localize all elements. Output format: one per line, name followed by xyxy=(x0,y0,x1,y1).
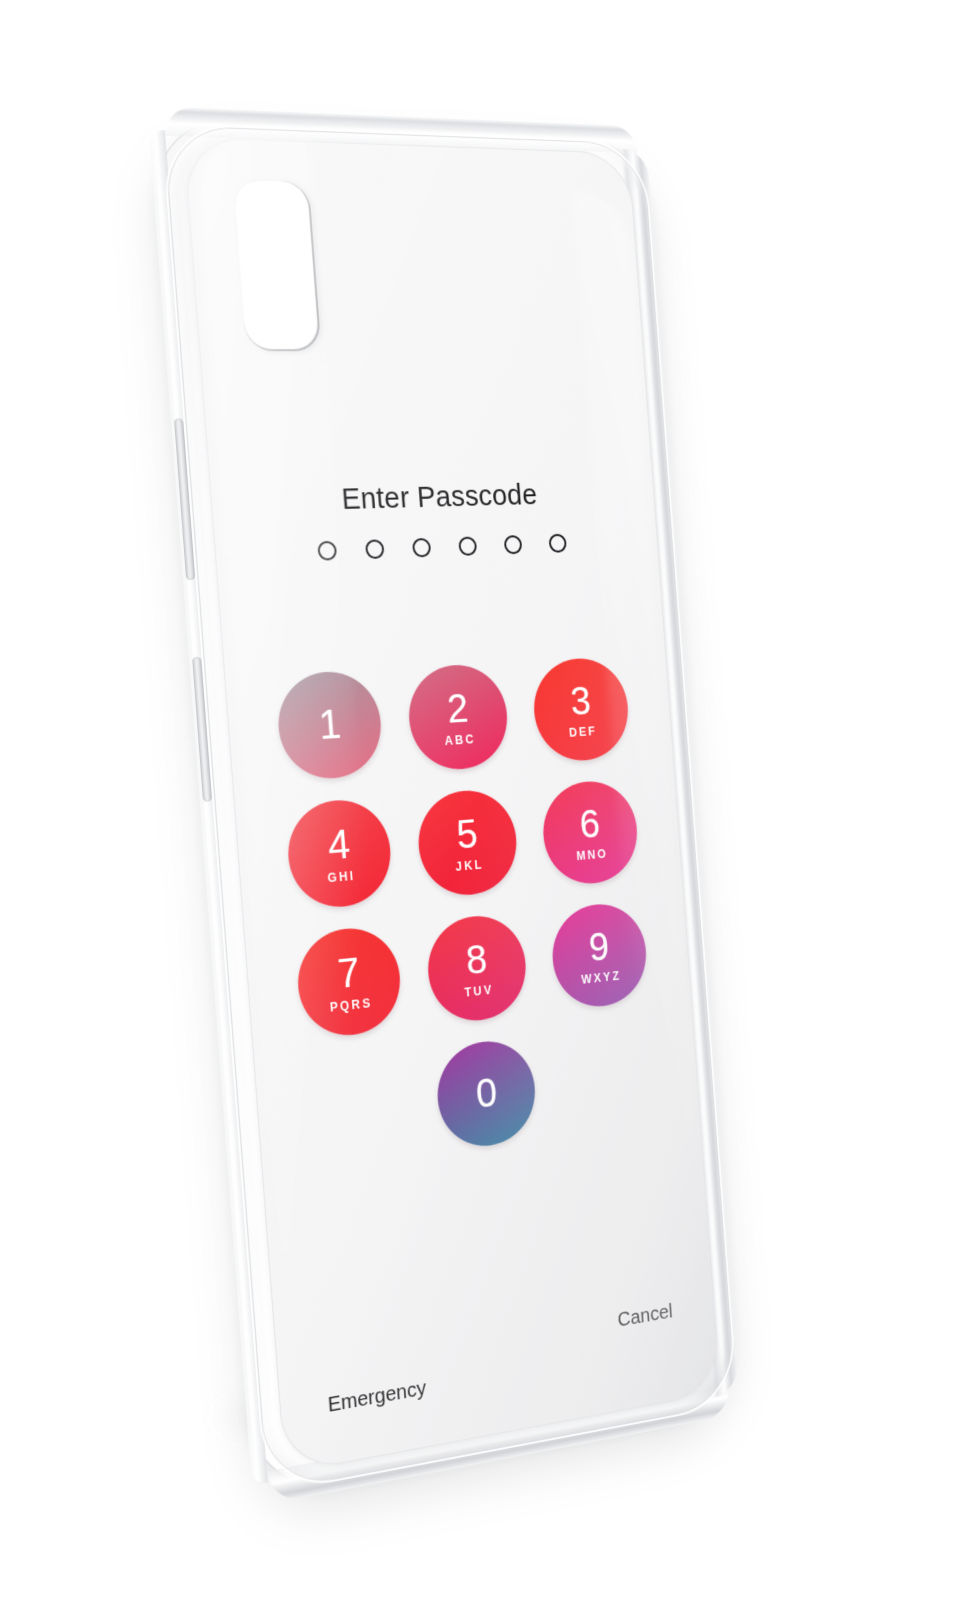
camera-cutout xyxy=(233,179,320,350)
key-letters: DEF xyxy=(568,723,598,740)
passcode-dot xyxy=(503,535,523,555)
product-scene: Enter Passcode 1 2 ABC 3 DEF 4 GHI 5 JKL 6 MNO 7 PQR… xyxy=(0,0,956,1620)
cancel-button[interactable]: Cancel xyxy=(617,1301,674,1333)
passcode-dot xyxy=(458,536,478,556)
phone-case[interactable]: Enter Passcode 1 2 ABC 3 DEF 4 GHI 5 JKL 6 MNO 7 PQR… xyxy=(148,106,740,1504)
key-7[interactable]: 7 PQRS xyxy=(294,924,404,1041)
passcode-dot xyxy=(548,533,567,553)
passcode-dot xyxy=(317,540,338,561)
key-letters: ABC xyxy=(444,731,477,748)
passcode-dots xyxy=(214,531,658,564)
key-digit: 6 xyxy=(578,801,602,847)
passcode-dot xyxy=(411,537,432,558)
key-digit: 4 xyxy=(326,821,352,869)
key-digit: 9 xyxy=(587,924,611,970)
key-digit: 5 xyxy=(454,811,480,858)
key-digit: 3 xyxy=(568,679,593,724)
key-letters: GHI xyxy=(326,868,356,885)
key-9[interactable]: 9 WXYZ xyxy=(549,900,650,1012)
key-digit: 1 xyxy=(317,702,343,749)
key-3[interactable]: 3 DEF xyxy=(530,656,632,764)
key-1[interactable]: 1 xyxy=(274,669,385,782)
key-6[interactable]: 6 MNO xyxy=(539,778,641,888)
key-digit: 7 xyxy=(335,949,362,997)
key-digit: 8 xyxy=(464,936,489,983)
key-5[interactable]: 5 JKL xyxy=(414,787,520,900)
key-digit: 0 xyxy=(474,1070,499,1117)
key-digit: 2 xyxy=(445,686,471,732)
key-4[interactable]: 4 GHI xyxy=(284,796,395,912)
key-letters: JKL xyxy=(455,857,485,874)
key-letters: MNO xyxy=(575,846,609,863)
passcode-keypad[interactable]: 1 2 ABC 3 DEF 4 GHI 5 JKL 6 MNO 7 PQRS 8 TUV 9 WXYZ 0 xyxy=(274,656,659,1170)
key-0[interactable]: 0 xyxy=(433,1036,539,1153)
page-title: Enter Passcode xyxy=(340,479,539,517)
emergency-button[interactable]: Emergency xyxy=(327,1377,427,1418)
key-letters: TUV xyxy=(463,982,495,1000)
key-letters: PQRS xyxy=(329,995,373,1015)
passcode-dot xyxy=(364,539,385,560)
key-2[interactable]: 2 ABC xyxy=(405,662,511,773)
key-letters: WXYZ xyxy=(580,968,622,987)
key-8[interactable]: 8 TUV xyxy=(424,911,530,1026)
